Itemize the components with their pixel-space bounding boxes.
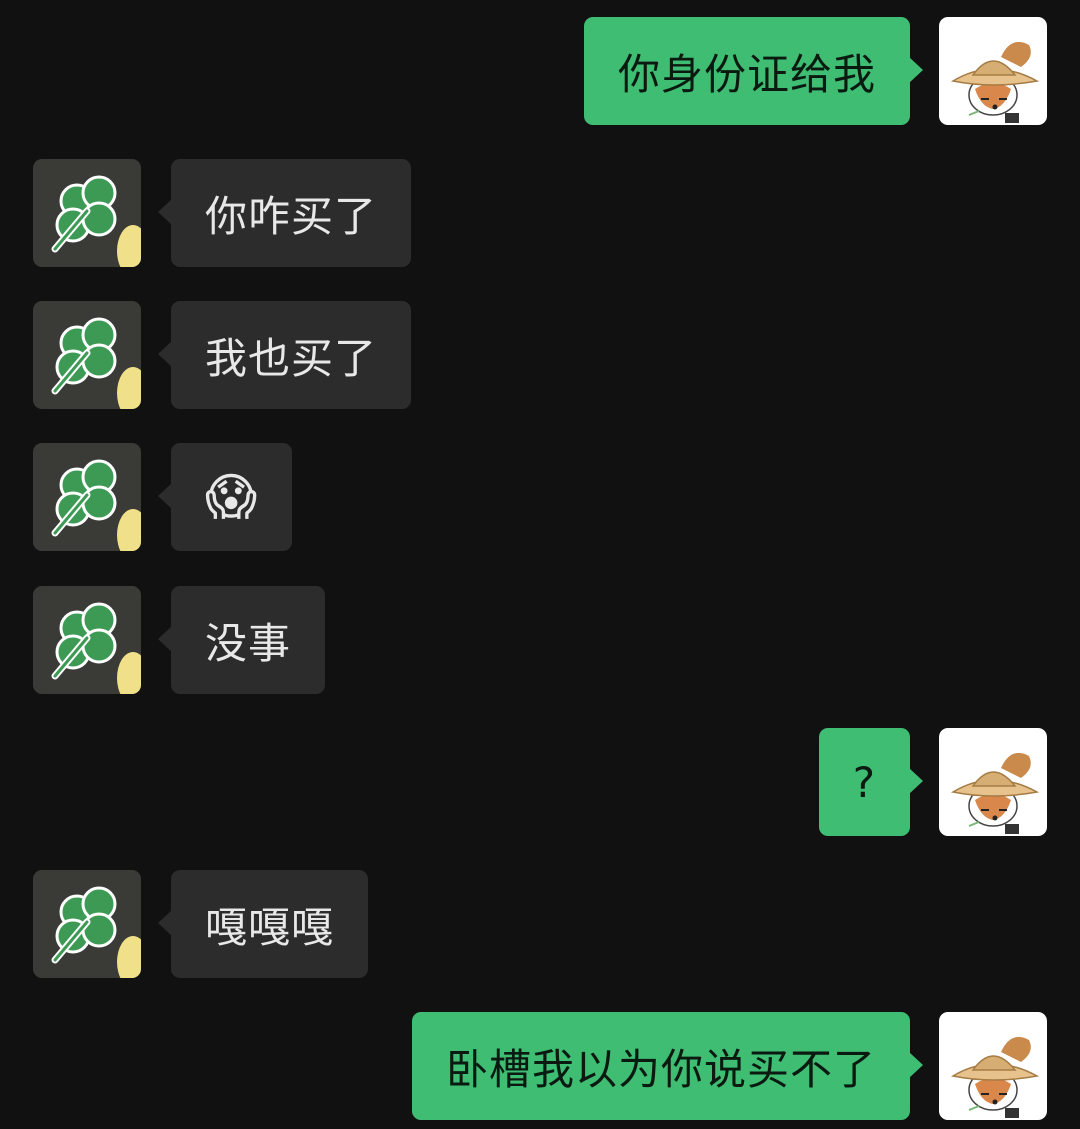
message-bubble[interactable]: 你身份证给我: [583, 17, 923, 125]
clover-icon: [33, 443, 141, 551]
contact-avatar[interactable]: [33, 870, 141, 978]
message-text: 你身份证给我: [617, 49, 876, 99]
contact-avatar[interactable]: [33, 586, 141, 694]
bubble-tail: [158, 199, 172, 225]
self-avatar[interactable]: [939, 728, 1047, 836]
clover-icon: [33, 159, 141, 267]
clover-icon: [33, 586, 141, 694]
message-bubble[interactable]: 嘎嘎嘎: [158, 870, 369, 978]
contact-avatar[interactable]: [33, 443, 141, 551]
message-row: 你身份证给我: [0, 17, 1080, 127]
message-row: 嘎嘎嘎: [0, 870, 1080, 980]
bubble-tail: [158, 910, 172, 936]
face-screaming-in-fear-icon: 😱: [205, 468, 259, 526]
bubble-tail: [158, 483, 172, 509]
bubble-tail: [158, 626, 172, 652]
message-text: ?: [852, 757, 876, 807]
message-bubble[interactable]: 你咋买了: [158, 159, 412, 267]
message-row: 😱: [0, 443, 1080, 553]
clover-icon: [33, 870, 141, 978]
straw-hat-dog-icon: [939, 728, 1047, 836]
message-text: 嘎嘎嘎: [205, 902, 335, 952]
message-row: 卧槽我以为你说买不了: [0, 1012, 1080, 1122]
message-row: ?: [0, 728, 1080, 838]
message-text: 卧槽我以为你说买不了: [445, 1044, 876, 1094]
message-bubble[interactable]: 没事: [158, 586, 326, 694]
bubble-tail: [909, 1052, 923, 1078]
message-text: 没事: [205, 618, 292, 668]
message-bubble[interactable]: 卧槽我以为你说买不了: [411, 1012, 923, 1120]
message-bubble[interactable]: 我也买了: [158, 301, 412, 409]
contact-avatar[interactable]: [33, 301, 141, 409]
straw-hat-dog-icon: [939, 17, 1047, 125]
straw-hat-dog-icon: [939, 1012, 1047, 1120]
message-bubble[interactable]: 😱: [158, 443, 293, 551]
self-avatar[interactable]: [939, 1012, 1047, 1120]
message-text: 我也买了: [205, 333, 378, 383]
contact-avatar[interactable]: [33, 159, 141, 267]
message-row: 我也买了: [0, 301, 1080, 411]
bubble-tail: [909, 57, 923, 83]
message-row: 没事: [0, 586, 1080, 696]
chat-message-list: 你身份证给我 你咋买了 我也买了 😱 没事 ? 嘎嘎嘎 卧槽我以为你说买不了: [0, 0, 1080, 1129]
message-bubble[interactable]: ?: [818, 728, 923, 836]
bubble-tail: [909, 768, 923, 794]
message-text: 你咋买了: [205, 191, 378, 241]
message-row: 你咋买了: [0, 159, 1080, 269]
bubble-tail: [158, 341, 172, 367]
self-avatar[interactable]: [939, 17, 1047, 125]
clover-icon: [33, 301, 141, 409]
